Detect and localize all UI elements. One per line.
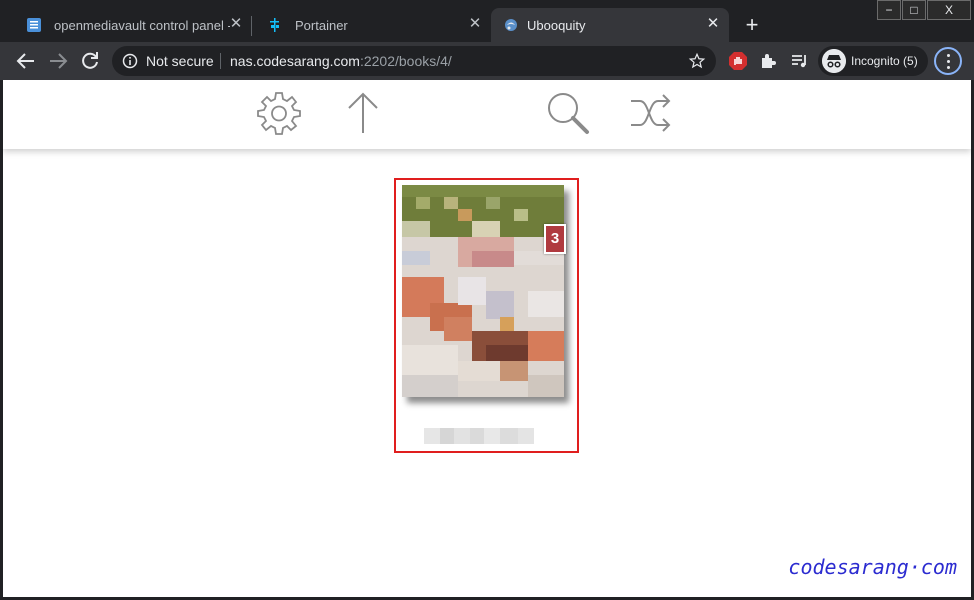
browser-toolbar: Not secure nas.codesarang.com:2202/books…: [0, 42, 974, 80]
address-divider: [220, 53, 221, 69]
tab-title: Portainer: [295, 18, 348, 33]
menu-dot-icon: [947, 54, 950, 57]
settings-icon[interactable]: [255, 89, 303, 137]
tab-title: openmediavault control panel -: [54, 18, 230, 33]
tab-portainer[interactable]: Portainer ✕: [251, 8, 491, 42]
browser-menu-button[interactable]: [934, 47, 962, 75]
reload-icon[interactable]: [78, 49, 102, 73]
address-bar[interactable]: Not secure nas.codesarang.com:2202/books…: [112, 46, 716, 76]
tab-openmediavault[interactable]: openmediavault control panel - ✕: [10, 8, 250, 42]
url-host: nas.codesarang.com: [230, 53, 360, 69]
info-icon[interactable]: [122, 53, 138, 69]
tab-strip: openmediavault control panel - ✕ Portain…: [0, 0, 974, 42]
watermark-text: codesarang·com: [788, 555, 957, 579]
book-item[interactable]: 3: [394, 178, 579, 453]
incognito-label: Incognito (5): [851, 54, 918, 68]
menu-dot-icon: [947, 66, 950, 69]
close-tab-icon[interactable]: ✕: [228, 16, 244, 32]
maximize-button[interactable]: □: [902, 0, 926, 20]
ubooquity-favicon-icon: [505, 19, 517, 31]
up-arrow-icon[interactable]: [339, 89, 387, 137]
incognito-profile-button[interactable]: Incognito (5): [818, 46, 928, 76]
portainer-favicon-icon: [270, 18, 279, 32]
url-text[interactable]: nas.codesarang.com:2202/books/4/: [230, 53, 452, 69]
close-tab-icon[interactable]: ✕: [467, 16, 483, 32]
extensions-puzzle-icon[interactable]: [758, 51, 778, 71]
tab-title: Ubooquity: [527, 18, 586, 33]
back-arrow-icon[interactable]: [14, 49, 38, 73]
tab-ubooquity[interactable]: Ubooquity ✕: [491, 8, 729, 42]
forward-arrow-icon[interactable]: [46, 49, 70, 73]
media-controls-icon[interactable]: [790, 51, 810, 71]
shuffle-icon[interactable]: [627, 89, 675, 137]
unread-count-badge: 3: [544, 224, 566, 254]
close-tab-icon[interactable]: ✕: [705, 16, 721, 32]
ubooquity-header: [3, 80, 971, 149]
adblock-extension-icon[interactable]: [728, 51, 748, 71]
openmediavault-favicon-icon: [27, 18, 41, 32]
close-window-button[interactable]: X: [927, 0, 971, 20]
book-cover-thumbnail[interactable]: [402, 185, 564, 397]
new-tab-button[interactable]: +: [740, 14, 764, 38]
bookmark-star-icon[interactable]: [688, 52, 706, 70]
incognito-icon: [822, 49, 846, 73]
minimize-button[interactable]: −: [877, 0, 901, 20]
book-title-blurred: [424, 428, 534, 444]
menu-dot-icon: [947, 60, 950, 63]
search-icon[interactable]: [543, 89, 591, 137]
page-viewport: 3 codesarang·com: [3, 80, 971, 597]
security-status[interactable]: Not secure: [146, 53, 214, 69]
url-path: :2202/books/4/: [359, 53, 452, 69]
